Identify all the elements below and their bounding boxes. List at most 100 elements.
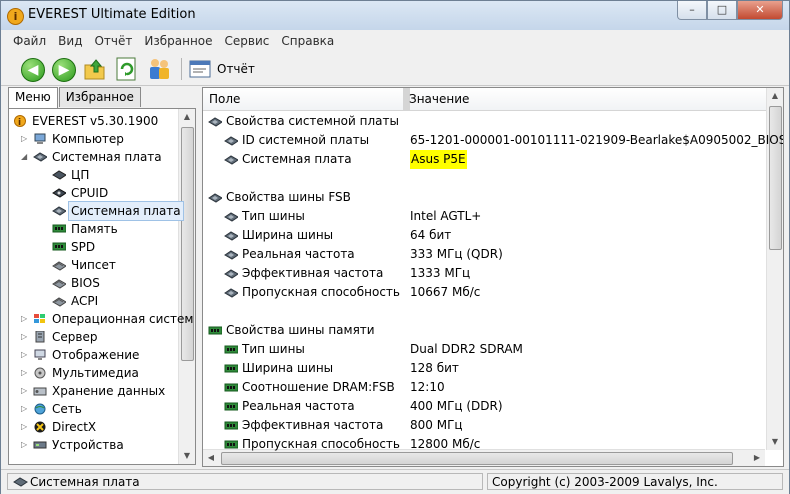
motherboard-icon xyxy=(208,193,222,203)
motherboard-icon xyxy=(224,212,238,222)
collapse-icon[interactable]: ◢ xyxy=(21,148,31,166)
expand-icon[interactable]: ▷ xyxy=(21,346,31,364)
tree-item-label: CPUID xyxy=(71,186,109,200)
back-button[interactable]: ◀ xyxy=(19,56,45,82)
scroll-down-icon[interactable]: ▼ xyxy=(767,434,783,450)
forward-arrow-icon: ▶ xyxy=(52,58,76,82)
property-name: Свойства шины FSB xyxy=(226,190,351,204)
menu-service[interactable]: Сервис xyxy=(219,34,276,48)
property-name: Свойства системной платы xyxy=(226,114,399,128)
scroll-right-icon[interactable]: ▶ xyxy=(749,450,765,466)
tree-item-label: Операционная систем xyxy=(52,312,194,326)
report-button[interactable]: Отчёт xyxy=(189,58,255,80)
property-value: 333 МГц (QDR) xyxy=(410,247,503,261)
scroll-down-icon[interactable]: ▼ xyxy=(179,448,195,464)
motherboard-icon xyxy=(224,231,238,241)
expand-icon[interactable]: ▷ xyxy=(21,382,31,400)
up-folder-button[interactable] xyxy=(82,56,108,82)
menu-favorites[interactable]: Избранное xyxy=(138,34,218,48)
tree-item-label: Сервер xyxy=(52,330,98,344)
tree-item-label: EVEREST v5.30.1900 xyxy=(32,114,159,128)
motherboard-icon xyxy=(224,155,238,165)
scroll-up-icon[interactable]: ▲ xyxy=(767,88,783,104)
minimize-button[interactable]: – xyxy=(677,1,707,20)
devices-icon xyxy=(33,441,47,449)
motherboard-icon xyxy=(224,136,238,146)
menu-report[interactable]: Отчёт xyxy=(88,34,138,48)
close-button[interactable]: ✕ xyxy=(737,1,783,20)
expand-icon[interactable]: ▷ xyxy=(21,328,31,346)
server-icon xyxy=(35,331,45,343)
tree-item-label: Сеть xyxy=(52,402,82,416)
scroll-up-icon[interactable]: ▲ xyxy=(179,109,195,125)
status-left-text: Системная плата xyxy=(30,475,140,489)
property-value: 10667 Мб/с xyxy=(410,285,481,299)
everest-icon: i xyxy=(14,115,26,127)
motherboard-icon xyxy=(224,269,238,279)
tree-item-label: Чипсет xyxy=(71,258,116,272)
property-name: Пропускная способность xyxy=(242,437,400,451)
navigation-pane: Меню Избранное ▲ ▼ i EVEREST v5.30.1900 ▷ К… xyxy=(8,87,196,465)
column-value-header[interactable]: Значение xyxy=(403,88,769,110)
status-current-page: Системная плата xyxy=(7,473,483,490)
property-name: Тип шины xyxy=(242,209,305,223)
property-name: Эффективная частота xyxy=(242,266,384,280)
property-name: Эффективная частота xyxy=(242,418,384,432)
expand-icon[interactable]: ▷ xyxy=(21,436,31,454)
status-copyright: Copyright (c) 2003-2009 Lavalys, Inc. xyxy=(487,473,783,490)
menu-help[interactable]: Справка xyxy=(275,34,340,48)
refresh-button[interactable] xyxy=(114,56,140,82)
tree-item-label: DirectX xyxy=(52,420,97,434)
app-window: i EVEREST Ultimate Edition – □ ✕ Файл Ви… xyxy=(0,0,790,494)
column-field-header[interactable]: Поле xyxy=(203,88,405,110)
chipset-icon xyxy=(52,261,66,271)
tree-item-label: ЦП xyxy=(71,168,90,182)
status-bar: Системная плата Copyright (c) 2003-2009 … xyxy=(1,469,789,494)
scroll-left-icon[interactable]: ◀ xyxy=(203,450,219,466)
svg-text:i: i xyxy=(18,118,21,127)
users-button[interactable] xyxy=(146,56,172,82)
property-value: 1333 МГц xyxy=(410,266,471,280)
users-icon xyxy=(150,59,169,79)
tree-item-label: Память xyxy=(71,222,118,236)
tree-item-label: BIOS xyxy=(71,276,100,290)
memory-icon xyxy=(224,402,238,411)
property-value: 800 МГц xyxy=(410,418,463,432)
property-name: Соотношение DRAM:FSB xyxy=(242,380,395,394)
tree-item-label: Системная плата xyxy=(52,150,162,164)
expand-icon[interactable]: ▷ xyxy=(21,418,31,436)
motherboard-icon xyxy=(33,152,47,162)
tree-item-label: Системная плата xyxy=(68,201,184,221)
chip-icon xyxy=(52,170,66,180)
refresh-icon xyxy=(116,57,136,81)
expand-icon[interactable]: ▷ xyxy=(21,310,31,328)
memory-icon xyxy=(224,364,238,373)
up-folder-icon xyxy=(84,59,105,80)
expand-icon[interactable]: ▷ xyxy=(21,130,31,148)
motherboard-icon xyxy=(208,117,222,127)
menu-view[interactable]: Вид xyxy=(52,34,88,48)
expand-icon[interactable]: ▷ xyxy=(21,400,31,418)
details-vscroll-thumb[interactable] xyxy=(769,106,782,250)
tab-favorites[interactable]: Избранное xyxy=(58,87,141,107)
property-name: Реальная частота xyxy=(242,247,355,261)
property-value: 128 бит xyxy=(410,361,459,375)
details-pane: Поле Значение ▲ ▼ ◀ ▶ Свойства системной… xyxy=(202,87,784,467)
tree-item-label: ACPI xyxy=(71,294,99,308)
tree-item-label: Отображение xyxy=(52,348,140,362)
menu-file[interactable]: Файл xyxy=(7,34,52,48)
window-title: EVEREST Ultimate Edition xyxy=(28,7,196,22)
cpuid-icon xyxy=(52,188,66,198)
property-value: 65-1201-000001-00101111-021909-Bearlake$… xyxy=(410,133,784,147)
tree-scrollbar[interactable]: ▲ ▼ xyxy=(178,109,195,464)
title-bar[interactable]: i EVEREST Ultimate Edition – □ ✕ xyxy=(1,1,789,30)
maximize-button[interactable]: □ xyxy=(707,1,737,20)
property-name: Реальная частота xyxy=(242,399,355,413)
tab-menu[interactable]: Меню xyxy=(8,87,58,109)
toolbar: ◀ ▶ Отчёт xyxy=(1,52,789,86)
property-value: Dual DDR2 SDRAM xyxy=(410,342,523,356)
forward-button[interactable]: ▶ xyxy=(50,56,76,82)
tree-item-label: Компьютер xyxy=(52,132,124,146)
motherboard-icon xyxy=(224,288,238,298)
expand-icon[interactable]: ▷ xyxy=(21,364,31,382)
